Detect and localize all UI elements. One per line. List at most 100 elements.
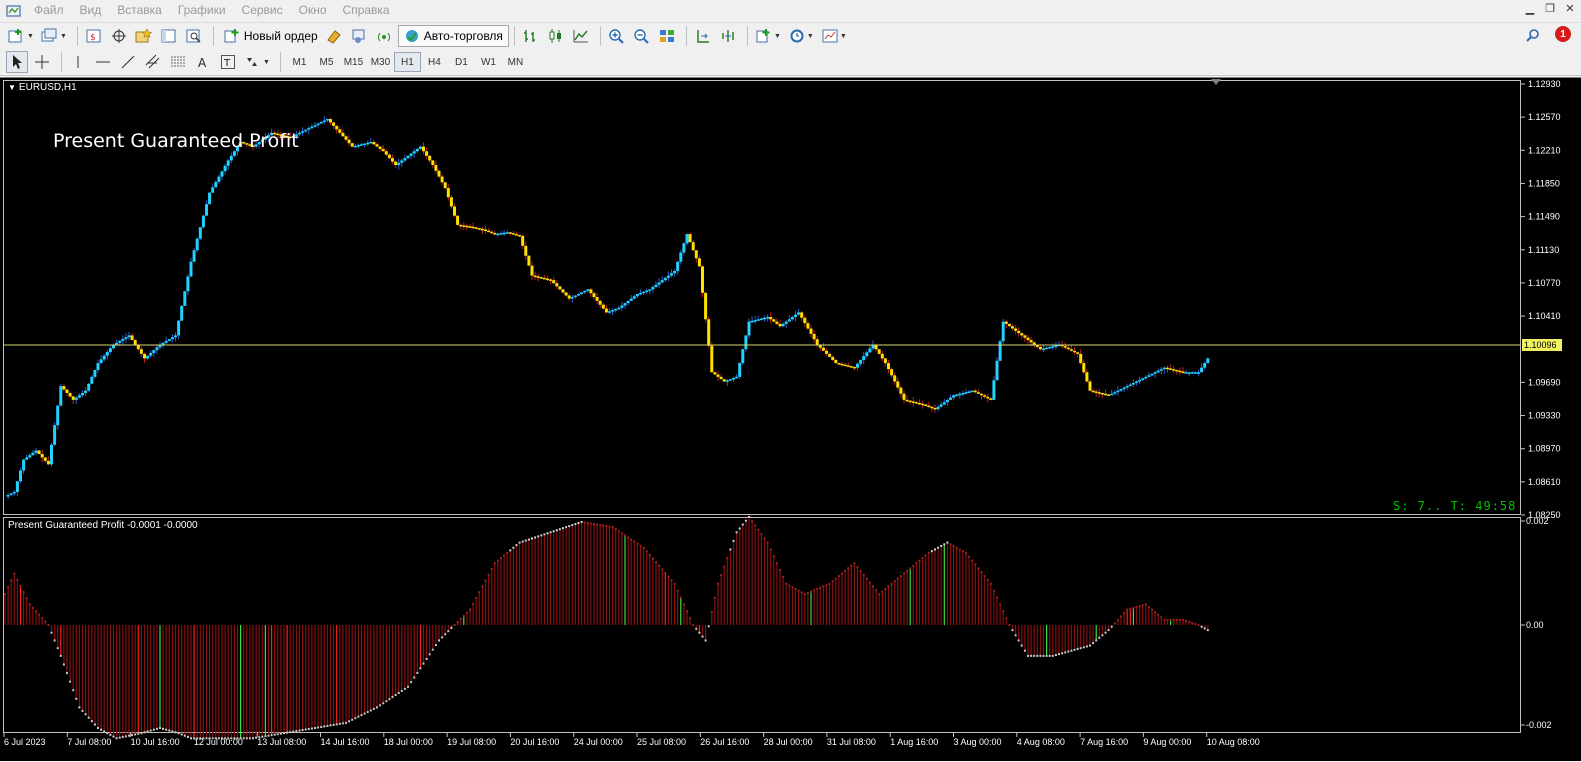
trendline-button[interactable] [117, 51, 139, 73]
tile-windows-button[interactable] [656, 25, 678, 47]
periods-button[interactable]: ▼ [786, 25, 816, 47]
candle-body [849, 366, 853, 368]
profiles-button[interactable]: ▼ [39, 25, 69, 47]
timeframe-d1[interactable]: D1 [448, 52, 475, 72]
candle-body [1159, 369, 1163, 371]
menu-file[interactable]: Файл [26, 0, 72, 21]
arrows-button[interactable]: ▼ [242, 51, 272, 73]
spread-timer-text: S: 7.. T: 49:58 [1393, 499, 1517, 513]
candle-body [834, 359, 838, 364]
candlestick-button[interactable] [545, 25, 567, 47]
notification-badge[interactable]: 1 [1555, 26, 1571, 42]
histogram-edge-point [137, 732, 140, 735]
menu-view[interactable]: Вид [72, 0, 110, 21]
timeframe-mn[interactable]: MN [502, 52, 529, 72]
market-watch-button[interactable]: $ [83, 25, 105, 47]
histogram-edge-point [515, 544, 518, 547]
timeframe-m15[interactable]: M15 [340, 52, 367, 72]
histogram-edge-point [810, 590, 812, 593]
candle-body [462, 225, 466, 227]
chart-shift-button[interactable] [692, 25, 714, 47]
time-tick-label: 1 Aug 16:00 [890, 737, 938, 747]
templates-button[interactable]: ▼ [819, 25, 849, 47]
text-label-button[interactable]: T [217, 51, 239, 73]
candle-body [673, 270, 677, 274]
histogram-edge-point [134, 733, 137, 736]
zoom-out-button[interactable] [631, 25, 653, 47]
text-label-icon: T [221, 55, 235, 69]
candle-body [1200, 367, 1204, 373]
candle-body [719, 376, 723, 380]
new-chart-button[interactable]: ▼ [6, 25, 36, 47]
histogram-edge-point [314, 727, 316, 729]
search-icon[interactable] [1525, 28, 1541, 44]
candle-body [521, 235, 525, 246]
timeframe-m5[interactable]: M5 [313, 52, 340, 72]
candle-body [821, 347, 825, 351]
histogram-edge-point [924, 554, 927, 557]
strategy-tester-button[interactable] [183, 25, 205, 47]
minimize-icon[interactable]: ▁ [1523, 2, 1537, 15]
candle-body [161, 342, 165, 345]
menu-tools[interactable]: Сервис [234, 0, 291, 21]
menu-charts[interactable]: Графики [170, 0, 234, 21]
histogram-edge-point [717, 582, 719, 585]
line-chart-button[interactable] [570, 25, 592, 47]
signals-button[interactable] [348, 25, 370, 47]
vps-button[interactable] [373, 25, 395, 47]
chart-menu-triangle-icon[interactable]: ▼ [8, 83, 16, 92]
menu-window[interactable]: Окно [291, 0, 335, 21]
chart-canvas[interactable]: 1.12930 1.12570 1.12210 1.11850 1.11490 1.111… [0, 78, 1581, 762]
timeframe-w1[interactable]: W1 [475, 52, 502, 72]
data-window-button[interactable] [108, 25, 130, 47]
candle-body [205, 204, 208, 216]
histogram-edge-point [1098, 636, 1101, 639]
histogram-edge-point [1064, 651, 1067, 654]
metaeditor-button[interactable] [323, 25, 345, 47]
autotrading-button[interactable]: Авто-торговля [397, 25, 509, 47]
histogram-edge-point [475, 596, 478, 599]
chart-window[interactable]: 1.12930 1.12570 1.12210 1.11850 1.11490 1.111… [0, 77, 1581, 761]
vertical-line-button[interactable] [67, 51, 89, 73]
candle-body [183, 291, 187, 306]
autoscroll-button[interactable] [717, 25, 739, 47]
histogram-edge-point [977, 567, 980, 570]
price-tick-label: 1.11490 [1528, 212, 1560, 222]
candle-body [347, 139, 351, 144]
menu-help[interactable]: Справка [335, 0, 398, 21]
candle-body [474, 227, 478, 229]
fibonacci-button[interactable] [167, 51, 189, 73]
restore-icon[interactable]: ❐ [1543, 2, 1557, 15]
histogram-edge-point [388, 698, 391, 701]
histogram-edge-point [391, 696, 394, 699]
candle-body [164, 340, 168, 343]
candle-body [443, 182, 447, 189]
histogram-edge-point [1058, 653, 1060, 656]
terminal-button[interactable] [158, 25, 180, 47]
navigator-button[interactable] [133, 25, 155, 47]
horizontal-line-button[interactable] [92, 51, 114, 73]
candle-body [651, 287, 655, 290]
indicators-button[interactable]: ▼ [753, 25, 783, 47]
time-tick-label: 13 Jul 08:00 [257, 737, 306, 747]
chart-shift-marker[interactable] [1211, 79, 1221, 85]
menu-insert[interactable]: Вставка [109, 0, 170, 21]
crosshair-tool-button[interactable] [31, 51, 53, 73]
histogram-edge-point [797, 589, 800, 592]
candle-body [546, 278, 549, 281]
text-tool-button[interactable]: A [192, 51, 214, 73]
candle-body [927, 405, 931, 408]
timeframe-h4[interactable]: H4 [421, 52, 448, 72]
histogram-edge-point [447, 630, 450, 633]
timeframe-h1[interactable]: H1 [393, 52, 421, 72]
channel-button[interactable] [142, 51, 164, 73]
candle-body [121, 339, 125, 341]
timeframe-m30[interactable]: M30 [367, 52, 394, 72]
histogram-edge-point [444, 633, 447, 636]
timeframe-m1[interactable]: M1 [286, 52, 313, 72]
new-order-button[interactable]: Новый ордер [219, 25, 323, 47]
zoom-in-button[interactable] [606, 25, 628, 47]
bar-chart-button[interactable] [520, 25, 542, 47]
close-icon[interactable]: ✕ [1563, 2, 1577, 15]
cursor-tool-button[interactable] [6, 51, 28, 73]
